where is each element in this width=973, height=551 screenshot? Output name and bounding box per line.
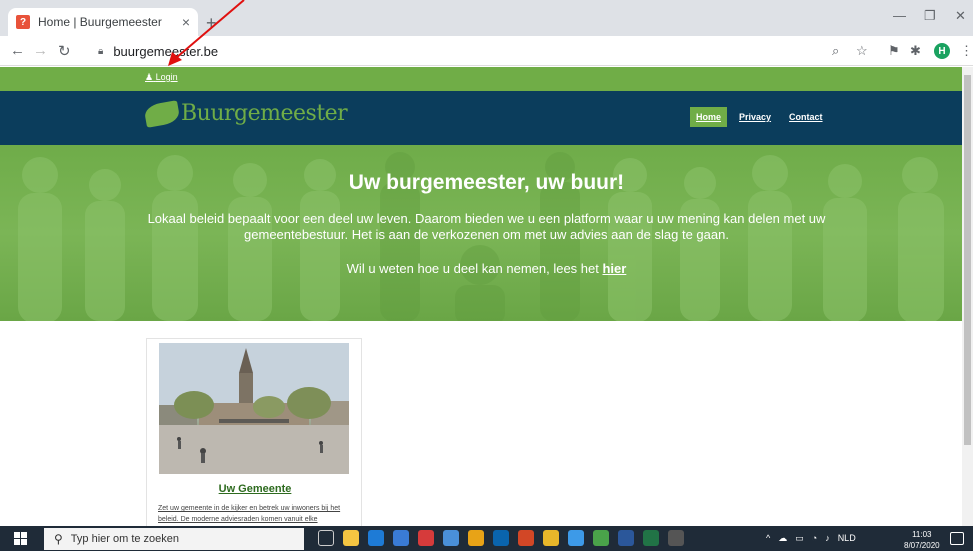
search-icon: ⚲ bbox=[54, 532, 63, 546]
site-header: Buurgemeester Home Privacy Contact bbox=[0, 91, 973, 145]
bookmark-star-icon[interactable]: ☆ bbox=[856, 43, 868, 59]
extension-icon[interactable]: ⚑ bbox=[888, 43, 900, 59]
wifi-icon[interactable]: ◔ bbox=[812, 533, 817, 544]
outlook-icon[interactable] bbox=[493, 530, 509, 546]
page-scrollbar[interactable] bbox=[962, 67, 973, 526]
edge-icon[interactable] bbox=[368, 530, 384, 546]
language-indicator[interactable]: NLD bbox=[838, 533, 856, 544]
card-text[interactable]: Zet uw gemeente in de kijker en betrek u… bbox=[158, 503, 354, 525]
logo-text: Buurgemeester bbox=[181, 101, 348, 126]
site-logo[interactable]: Buurgemeester bbox=[143, 99, 348, 128]
card-title[interactable]: Uw Gemeente bbox=[147, 483, 363, 495]
hero-banner: Uw burgemeester, uw buur! Lokaal beleid … bbox=[0, 145, 973, 321]
tab-close-icon[interactable]: × bbox=[182, 14, 190, 30]
browser-tab[interactable]: ? Home | Buurgemeester × bbox=[8, 8, 198, 36]
hero-title: Uw burgemeester, uw buur! bbox=[348, 171, 625, 194]
sonos-icon[interactable] bbox=[668, 530, 684, 546]
word-icon[interactable] bbox=[618, 530, 634, 546]
chevron-up-icon[interactable]: ^ bbox=[766, 533, 770, 544]
menu-home[interactable]: Home bbox=[690, 107, 728, 127]
zoom-icon[interactable]: ⌕ bbox=[832, 43, 839, 59]
hero-cta-text: Wil u weten hoe u deel kan nemen, lees h… bbox=[346, 261, 603, 276]
minimize-icon[interactable]: — bbox=[893, 8, 906, 23]
card-image[interactable] bbox=[159, 343, 349, 474]
url-field[interactable]: 🔒︎ buurgemeester.be bbox=[98, 44, 218, 59]
forward-icon[interactable]: → bbox=[33, 42, 48, 59]
clock-time: 11:03 bbox=[912, 530, 932, 539]
excel-icon[interactable] bbox=[643, 530, 659, 546]
hero-text: Lokaal beleid bepaalt voor een deel uw l… bbox=[147, 211, 826, 242]
task-view-icon[interactable] bbox=[318, 530, 334, 546]
profile-avatar[interactable]: H bbox=[934, 43, 950, 59]
file-explorer-icon[interactable] bbox=[343, 530, 359, 546]
address-bar: ← → ↻ 🔒︎ buurgemeester.be ⌕ ☆ ⚑ ✱ H ⋮ bbox=[0, 36, 973, 66]
restore-icon[interactable]: ❐ bbox=[924, 8, 936, 24]
taskbar-search-input[interactable]: ⚲ Typ hier om te zoeken bbox=[44, 528, 304, 550]
windows-start-icon[interactable] bbox=[14, 532, 28, 546]
taskbar-apps bbox=[318, 530, 684, 546]
url-text: buurgemeester.be bbox=[113, 44, 219, 59]
system-tray: ^ ☁ ▭ ◔ ♪ NLD bbox=[766, 533, 856, 544]
search-placeholder: Typ hier om te zoeken bbox=[70, 533, 180, 545]
hero-cta: Wil u weten hoe u deel kan nemen, lees h… bbox=[0, 261, 973, 276]
app-icon[interactable] bbox=[543, 530, 559, 546]
windows-taskbar: ⚲ Typ hier om te zoeken ^ ☁ ▭ ◔ ♪ NLD 11… bbox=[0, 526, 973, 551]
mail-icon[interactable] bbox=[443, 530, 459, 546]
leaf-icon bbox=[143, 99, 181, 128]
store-icon[interactable] bbox=[393, 530, 409, 546]
back-icon[interactable]: ← bbox=[10, 42, 25, 59]
taskbar-clock[interactable]: 11:03 8/07/2020 bbox=[904, 529, 940, 551]
login-link[interactable]: ♟︎ Login bbox=[145, 72, 178, 83]
paint-icon[interactable] bbox=[568, 530, 584, 546]
login-bar: ♟︎ Login bbox=[0, 67, 973, 91]
menu-contact[interactable]: Contact bbox=[783, 107, 829, 127]
notification-icon[interactable] bbox=[950, 532, 964, 545]
tab-title: Home | Buurgemeester bbox=[38, 15, 162, 29]
menu-privacy[interactable]: Privacy bbox=[733, 107, 777, 127]
battery-icon[interactable]: ▭ bbox=[795, 533, 804, 544]
municipality-card[interactable]: Uw Gemeente Zet uw gemeente in de kijker… bbox=[146, 338, 362, 528]
close-window-icon[interactable]: ✕ bbox=[955, 8, 966, 24]
powerpoint-icon[interactable] bbox=[518, 530, 534, 546]
clock-date: 8/07/2020 bbox=[904, 541, 940, 550]
menu-kebab-icon[interactable]: ⋮ bbox=[960, 43, 973, 59]
new-tab-button[interactable]: + bbox=[206, 13, 217, 34]
volume-icon[interactable]: ♪ bbox=[825, 533, 830, 544]
main-menu: Home Privacy Contact bbox=[690, 107, 829, 127]
app-green-icon[interactable] bbox=[593, 530, 609, 546]
chrome-icon[interactable] bbox=[468, 530, 484, 546]
gift-app-icon[interactable] bbox=[418, 530, 434, 546]
scrollbar-thumb[interactable] bbox=[964, 75, 971, 445]
site-favicon-icon: ? bbox=[16, 15, 30, 29]
puzzle-icon[interactable]: ✱ bbox=[910, 43, 921, 59]
login-label: Login bbox=[155, 72, 178, 82]
town-square-illustration bbox=[159, 343, 349, 474]
lock-icon: 🔒︎ bbox=[98, 46, 104, 57]
browser-tab-bar: ? Home | Buurgemeester × + — ❐ ✕ bbox=[0, 0, 973, 36]
reload-icon[interactable]: ↻ bbox=[58, 42, 71, 60]
cloud-icon[interactable]: ☁ bbox=[778, 533, 787, 544]
hero-cta-link[interactable]: hier bbox=[602, 261, 626, 276]
user-icon: ♟︎ bbox=[145, 72, 154, 82]
